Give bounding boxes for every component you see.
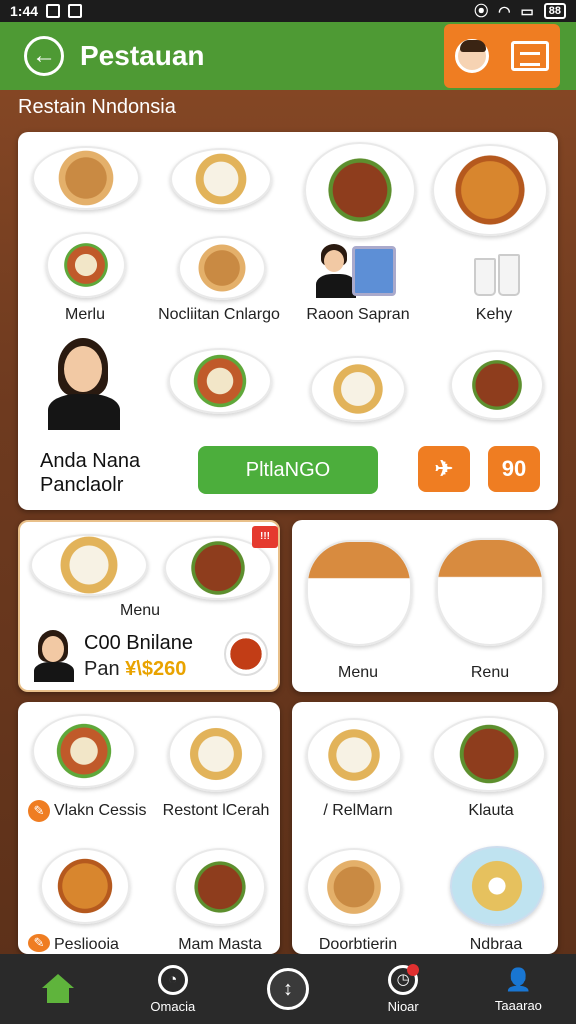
menu-label: Merlu: [64, 306, 105, 323]
nav-item-4[interactable]: ◷ Nioar: [346, 954, 461, 1024]
chef-avatar: [32, 630, 76, 682]
dish-image[interactable]: [32, 714, 136, 788]
menu-label: Doorbtierin: [318, 936, 398, 953]
dish-image[interactable]: [174, 848, 266, 926]
vibrate-icon: ⦿: [474, 3, 489, 19]
menu-label: Vlakn Cessis: [54, 802, 147, 819]
dish-image[interactable]: [304, 142, 416, 238]
menu-label: Nocliitan Cnlargo: [158, 306, 280, 323]
host-role: Panclaolr: [40, 474, 124, 496]
tag-icon: ✎: [28, 800, 50, 822]
menu-label: Restont lCerah: [162, 802, 270, 819]
cart-icon[interactable]: [511, 41, 549, 71]
dish-image[interactable]: [40, 848, 130, 924]
menu-label: Raoon Sapran: [306, 306, 410, 323]
dish-image[interactable]: [168, 348, 272, 414]
back-button[interactable]: ←: [24, 36, 64, 76]
share-icon-button[interactable]: ✈: [418, 446, 470, 492]
page-title: Pestauan: [80, 40, 205, 71]
nav-item-2[interactable]: ◔ Omacia: [115, 954, 230, 1024]
home-icon: [41, 974, 75, 1004]
back-arrow-icon: ←: [32, 42, 56, 69]
profile-icon: 👤: [504, 966, 533, 992]
tag-icon: ✎: [28, 934, 50, 952]
dish-image[interactable]: [306, 848, 402, 926]
compass-icon: ↕: [267, 968, 309, 1010]
dish-image[interactable]: [168, 716, 264, 792]
price-value: ¥\$260: [125, 658, 187, 680]
menu-label: Menu: [337, 664, 379, 681]
price-prefix: Pan: [84, 658, 120, 680]
dish-image[interactable]: [450, 846, 544, 926]
notification-icon: [46, 4, 61, 18]
app-bar: ← Pestauan: [0, 22, 576, 90]
promo-title: C00 Bnilane: [84, 632, 193, 654]
app-bar-actions: [444, 24, 560, 88]
menu-label: Renu: [470, 664, 510, 681]
menu-label: Mam Masta: [178, 936, 262, 953]
dish-grid-card[interactable]: ✎ Vlakn Cessis Restont lCerah ✎ Pesliooi…: [18, 702, 280, 954]
promo-card[interactable]: !!! Menu C00 Bnilane Pan ¥\$260: [18, 520, 280, 692]
bowls-card[interactable]: Menu Renu: [292, 520, 558, 692]
dish-image[interactable]: [306, 540, 412, 646]
dish-image[interactable]: [432, 716, 546, 792]
wifi-icon: ◠: [498, 2, 511, 19]
cups-image: [474, 252, 524, 296]
dish-image[interactable]: [170, 148, 272, 210]
host-photo: [46, 338, 122, 430]
dish-image[interactable]: [46, 232, 126, 298]
dish-image[interactable]: [310, 356, 406, 422]
nav-label: Nioar: [387, 998, 419, 1014]
featured-menu-card: Merlu Nocliitan Cnlargo Raoon Sapran Keh…: [18, 132, 558, 510]
status-bar: 1:44 ⦿ ◠ ▭ 88: [0, 0, 576, 22]
nav-center[interactable]: ↕: [230, 954, 345, 1024]
nav-label: Omacia: [150, 998, 196, 1014]
profile-avatar-icon[interactable]: [455, 39, 489, 73]
dish-image[interactable]: [432, 144, 548, 236]
app-icon: [68, 4, 83, 18]
water-bottle-image: [352, 246, 396, 296]
clock-icon: ◷: [388, 963, 420, 995]
primary-action-button[interactable]: PltlaNGO: [198, 446, 378, 494]
menu-label: Kehy: [475, 306, 513, 323]
bottom-nav: ◔ Omacia ↕ ◷ Nioar 👤 Taaarao: [0, 954, 576, 1024]
sauce-bowl-image: [224, 632, 268, 676]
restaurant-subtitle: Restain Nndonsia: [18, 96, 176, 118]
signal-icon: ▭: [520, 2, 534, 19]
nav-item-5[interactable]: 👤 Taaarao: [461, 954, 576, 1024]
promo-price: Pan ¥\$260: [84, 658, 186, 681]
nav-home[interactable]: [0, 954, 115, 1024]
menu-label: Ndbraa: [469, 936, 523, 953]
dish-image[interactable]: [32, 146, 140, 210]
dish-image[interactable]: [306, 718, 402, 792]
menu-label: / RelMarn: [323, 802, 393, 819]
menu-label: Klauta: [468, 802, 514, 819]
notification-dot: [407, 963, 420, 976]
promo-badge: !!!: [252, 526, 278, 548]
status-time: 1:44: [10, 3, 39, 19]
menu-label: Menu: [119, 602, 161, 619]
nav-label: Taaarao: [494, 997, 542, 1013]
dish-image[interactable]: [450, 350, 544, 420]
dish-image[interactable]: [30, 534, 148, 596]
host-name: Anda Nana: [40, 450, 141, 472]
dish-image[interactable]: [178, 236, 266, 300]
battery-icon: 88: [543, 3, 566, 19]
menu-label: Pesliooia: [54, 936, 119, 953]
dish-image[interactable]: [436, 538, 544, 646]
count-button[interactable]: 90: [488, 446, 540, 492]
chat-icon: ◔: [157, 964, 188, 995]
dish-grid-card[interactable]: / RelMarn Klauta Doorbtierin Ndbraa: [292, 702, 558, 954]
